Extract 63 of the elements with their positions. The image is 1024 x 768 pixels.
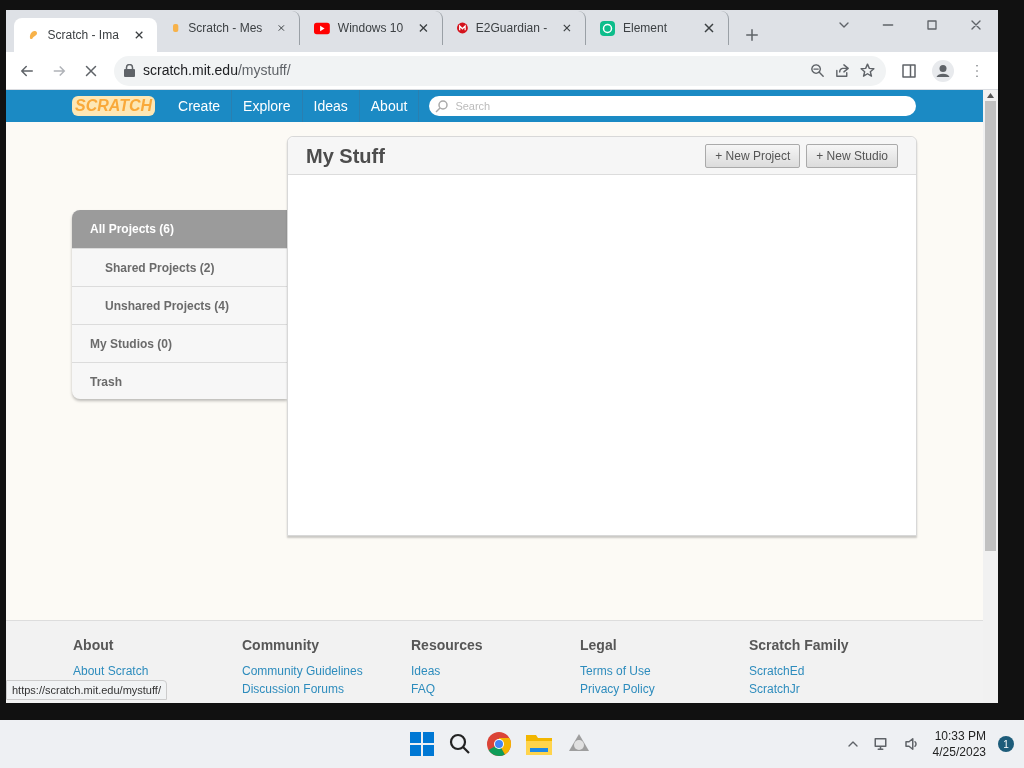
folder-icon[interactable] (526, 733, 552, 755)
close-icon[interactable] (419, 23, 428, 33)
nav-link[interactable]: About (359, 90, 420, 122)
footer-heading: Resources (411, 636, 484, 655)
browser-tab[interactable]: Windows 10 (300, 11, 443, 45)
notification-badge[interactable]: 1 (998, 736, 1014, 752)
cat-icon (28, 28, 40, 42)
play-icon (314, 21, 330, 35)
footer-heading: Legal (580, 636, 618, 655)
browser-tab[interactable]: Scratch - Mes (157, 11, 300, 45)
close-icon[interactable] (704, 23, 714, 33)
footer-link[interactable]: Terms of Use (580, 662, 749, 680)
tab-title: Element (623, 20, 668, 37)
clock-time: 10:33 PM (934, 728, 986, 744)
search-field[interactable]: Search (429, 96, 917, 116)
windows-icon[interactable] (410, 732, 434, 756)
side-panel-icon[interactable] (900, 61, 918, 80)
sidebar-item[interactable]: All Projects (6) (72, 210, 287, 248)
tab-title: Scratch - Ima (47, 27, 119, 44)
footer-link[interactable]: Privacy Policy (580, 680, 749, 698)
footer-link[interactable]: ScratchEd (749, 662, 918, 680)
footer-link[interactable]: Ideas (411, 662, 580, 680)
maximize-icon[interactable] (924, 17, 940, 33)
nav-link[interactable]: Ideas (302, 90, 360, 122)
footer-heading: About (73, 636, 115, 655)
footer-link[interactable]: Discussion Forums (242, 680, 411, 698)
scroll-up-icon[interactable] (987, 93, 994, 98)
lock-icon (124, 64, 135, 77)
nav-link[interactable]: Explore (232, 90, 303, 122)
close-icon[interactable] (134, 30, 143, 40)
browser-tab[interactable]: E2Guardian - (443, 11, 586, 45)
new-item-button[interactable]: + New Studio (806, 143, 898, 168)
profile-icon[interactable] (932, 59, 954, 82)
footer-heading: Scratch Family (749, 636, 850, 655)
search-icon (435, 99, 449, 113)
star-icon[interactable] (859, 62, 876, 79)
footer-link[interactable]: About Scratch (73, 662, 242, 680)
close-icon[interactable] (563, 23, 571, 33)
browser-tab[interactable]: Element (586, 11, 729, 45)
tab-title: Scratch - Mes (188, 20, 263, 37)
url-text: scratch.mit.edu/mystuff/ (143, 61, 291, 80)
browser-tab[interactable]: Scratch - Ima (14, 18, 157, 52)
address-bar[interactable]: scratch.mit.edu/mystuff/ (114, 55, 886, 86)
footer-link[interactable]: ScratchJr (749, 680, 918, 698)
footer-heading: Community (242, 636, 320, 655)
m-circle-icon (457, 21, 468, 35)
footer-link[interactable]: Community Guidelines (242, 662, 411, 680)
share-icon[interactable] (834, 62, 851, 79)
tab-title: Windows 10 (337, 20, 404, 37)
status-url: https://scratch.mit.edu/mystuff/ (6, 679, 167, 700)
new-tab-icon[interactable] (743, 26, 761, 44)
zoom-out-icon[interactable] (809, 62, 826, 79)
nav-link[interactable]: Create (167, 90, 233, 122)
clock-date: 4/25/2023 (932, 744, 986, 760)
search-icon[interactable] (448, 732, 472, 756)
page-icon (171, 21, 181, 35)
scrollbar[interactable] (983, 90, 998, 703)
element-icon (600, 20, 615, 36)
tab-title: E2Guardian - (475, 20, 548, 37)
page-title: My Stuff (306, 143, 386, 169)
footer-link[interactable]: FAQ (411, 680, 580, 698)
new-item-button[interactable]: + New Project (705, 143, 801, 168)
chrome-icon[interactable] (486, 731, 512, 757)
